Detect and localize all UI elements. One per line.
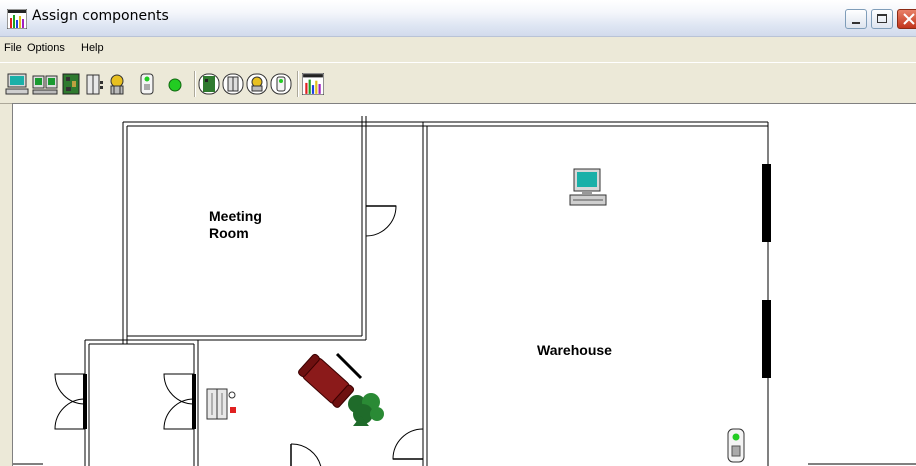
board-group-icon[interactable] xyxy=(198,73,220,95)
maximize-button[interactable] xyxy=(871,9,893,29)
close-icon xyxy=(903,13,915,25)
plant-icon[interactable] xyxy=(343,390,387,430)
door-corridor-right[interactable] xyxy=(163,373,196,430)
toolbar-separator xyxy=(297,71,299,97)
green-dot-icon[interactable] xyxy=(166,73,184,95)
menu-options[interactable]: Options xyxy=(27,42,65,54)
tree-icon[interactable] xyxy=(108,73,126,95)
close-button[interactable] xyxy=(897,9,916,29)
door-group-icon[interactable] xyxy=(222,73,244,95)
maximize-icon xyxy=(877,14,887,23)
sensor-device-icon[interactable] xyxy=(726,428,746,464)
sensor-device-icon[interactable] xyxy=(140,73,154,95)
circuit-board-icon[interactable] xyxy=(62,73,80,95)
window-title: Assign components xyxy=(32,8,169,24)
minimize-icon xyxy=(852,22,860,24)
door-meeting-room[interactable] xyxy=(365,205,397,237)
sensor-group-icon[interactable] xyxy=(270,73,292,95)
menu-help[interactable]: Help xyxy=(81,42,104,54)
app-window: Assign components File Options Help Meet… xyxy=(0,0,916,466)
menu-file[interactable]: File xyxy=(4,42,22,54)
meeting-room-label: Meeting Room xyxy=(209,208,262,241)
floorplan-canvas[interactable]: Meeting Room Warehouse xyxy=(12,103,916,466)
tree-group-icon[interactable] xyxy=(246,73,268,95)
door-warehouse[interactable] xyxy=(392,428,424,460)
door-corridor-left[interactable] xyxy=(54,373,87,430)
elevator-icon[interactable] xyxy=(206,387,242,421)
minimize-button[interactable] xyxy=(845,9,867,29)
toolbar-separator xyxy=(194,71,196,97)
workstation-pair-icon[interactable] xyxy=(32,73,58,95)
menu-bar: File Options Help xyxy=(0,37,916,61)
rack-chart-icon xyxy=(7,9,27,29)
toolbar xyxy=(0,62,916,104)
door-bottom[interactable] xyxy=(290,443,322,466)
title-bar[interactable]: Assign components xyxy=(0,0,916,37)
warehouse-label: Warehouse xyxy=(537,342,612,358)
rack-chart-icon[interactable] xyxy=(302,73,324,95)
elevator-door-icon[interactable] xyxy=(86,73,104,95)
floorplan-walls xyxy=(13,116,916,466)
computer-icon[interactable] xyxy=(5,73,29,95)
computer-icon[interactable] xyxy=(569,167,607,209)
